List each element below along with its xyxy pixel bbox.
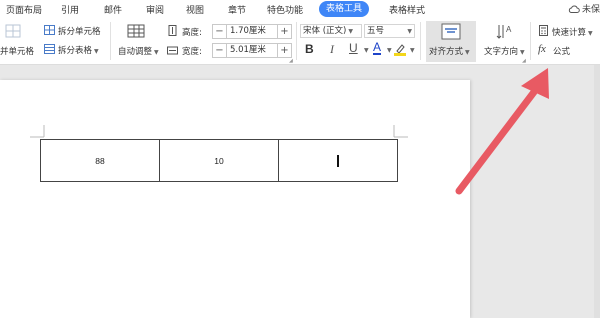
annotation-arrow xyxy=(455,68,549,195)
